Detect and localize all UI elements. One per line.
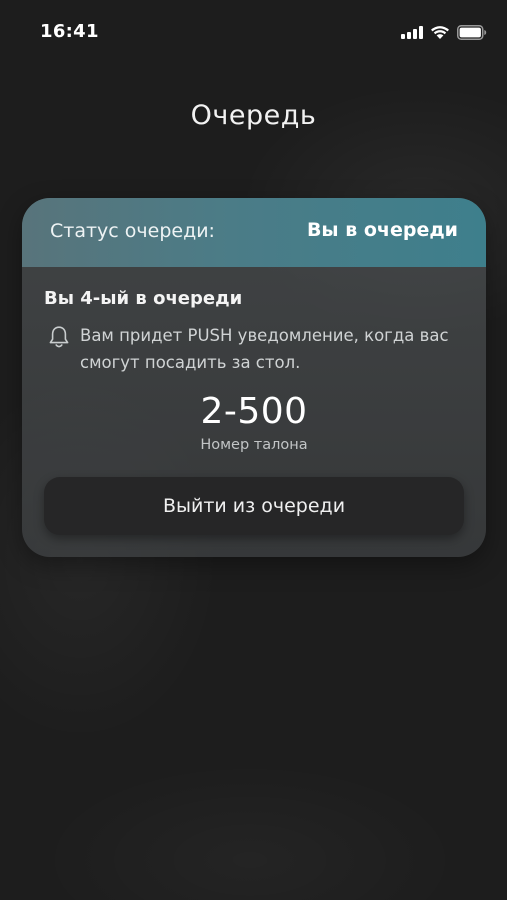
queue-status-label: Статус очереди: <box>50 220 215 242</box>
push-notice-text: Вам придет PUSH уведомление, когда вас с… <box>80 326 449 372</box>
wifi-icon <box>430 25 450 40</box>
queue-screen: 16:41 Очередь Статус очереди: Вы в очере… <box>0 0 507 900</box>
status-time: 16:41 <box>40 21 99 42</box>
leave-queue-button[interactable]: Выйти из очереди <box>44 477 464 535</box>
signal-icon <box>401 25 423 39</box>
status-bar: 16:41 <box>0 0 507 64</box>
queue-card: Статус очереди: Вы в очереди Вы 4-ый в о… <box>22 198 486 557</box>
queue-status-header: Статус очереди: Вы в очереди <box>22 198 486 267</box>
battery-icon <box>457 24 487 40</box>
page-title: Очередь <box>190 100 317 131</box>
queue-status-value: Вы в очереди <box>306 219 458 241</box>
ticket-number: 2-500 <box>200 391 308 432</box>
bell-icon <box>48 325 70 349</box>
queue-position-text: Вы 4-ый в очереди <box>44 288 243 309</box>
ticket-number-caption: Номер талона <box>200 437 308 453</box>
status-icons <box>401 24 487 40</box>
